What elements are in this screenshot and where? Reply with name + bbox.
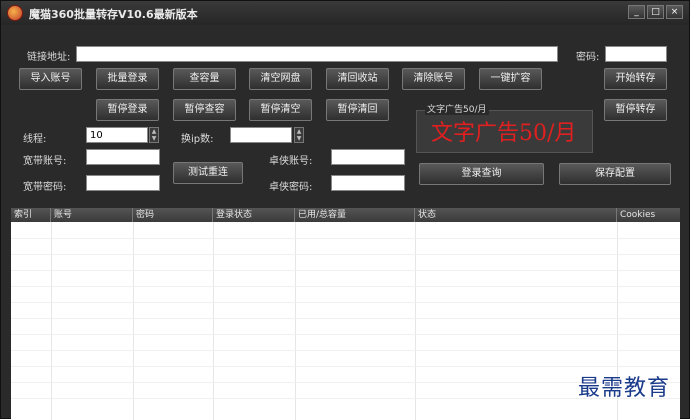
one-click-expand-button[interactable]: 一键扩容 [479, 68, 542, 90]
zhuoyi-account-input[interactable] [331, 149, 405, 165]
row-divider [11, 334, 680, 335]
check-capacity-button[interactable]: 查容量 [173, 68, 236, 90]
column-header-password[interactable]: 密码 [133, 208, 213, 222]
threads-label: 线程: [23, 134, 47, 145]
column-header-capacity[interactable]: 已用/总容量 [295, 208, 415, 222]
pause-recycle-button[interactable]: 暂停清回 [326, 99, 389, 121]
password-label: 密码: [576, 52, 600, 63]
column-divider [295, 222, 296, 420]
link-label: 链接地址: [27, 52, 71, 63]
ad-group-title: 文字广告50/月 [425, 102, 489, 115]
column-header-index[interactable]: 索引 [11, 208, 51, 222]
broadband-password-label: 宽带密码: [23, 182, 67, 193]
save-config-button[interactable]: 保存配置 [559, 163, 671, 185]
window-controls: _ □ × [628, 5, 683, 19]
broadband-password-input[interactable] [86, 175, 160, 191]
broadband-account-label: 宽带账号: [23, 156, 67, 167]
pause-check-button[interactable]: 暂停查容 [173, 99, 236, 121]
start-transfer-button[interactable]: 开始转存 [604, 68, 667, 90]
column-divider [213, 222, 214, 420]
ip-count-label: 换ip数: [181, 134, 214, 145]
row-divider [11, 238, 680, 239]
column-divider [51, 222, 52, 420]
threads-spinner-icon[interactable]: ▲ ▼ [149, 127, 159, 143]
clear-accounts-button[interactable]: 清除账号 [402, 68, 465, 90]
title-bar[interactable]: 魔猫360批量转存V10.6最新版本 _ □ × [1, 1, 689, 25]
test-redial-button[interactable]: 测试重连 [173, 162, 243, 184]
row-divider [11, 302, 680, 303]
maximize-icon[interactable]: □ [647, 5, 664, 19]
column-divider [133, 222, 134, 420]
column-divider [415, 222, 416, 420]
pause-login-button[interactable]: 暂停登录 [96, 99, 159, 121]
column-header-account[interactable]: 账号 [51, 208, 133, 222]
column-header-status[interactable]: 状态 [415, 208, 617, 222]
ip-count-input[interactable] [230, 127, 292, 143]
minimize-icon[interactable]: _ [628, 5, 645, 19]
zhuoyi-password-label: 卓侠密码: [269, 182, 313, 193]
column-header-login-status[interactable]: 登录状态 [213, 208, 295, 222]
ip-count-spinner-icon[interactable]: ▲ ▼ [294, 127, 304, 143]
row-divider [11, 318, 680, 319]
clear-recycle-button[interactable]: 清回收站 [326, 68, 389, 90]
import-accounts-button[interactable]: 导入账号 [19, 68, 82, 90]
column-header-cookies[interactable]: Cookies [617, 208, 680, 222]
ad-banner-text[interactable]: 文字广告50/月 [431, 115, 576, 147]
broadband-account-input[interactable] [86, 149, 160, 165]
pause-transfer-button[interactable]: 暂停转存 [604, 99, 667, 121]
table-header: 索引 账号 密码 登录状态 已用/总容量 状态 Cookies [11, 208, 680, 222]
zhuoyi-password-input[interactable] [331, 175, 405, 191]
batch-login-button[interactable]: 批量登录 [96, 68, 159, 90]
watermark-text: 最需教育 [578, 376, 671, 401]
password-input[interactable] [605, 46, 667, 62]
close-icon[interactable]: × [666, 5, 683, 19]
row-divider [11, 350, 680, 351]
clear-disk-button[interactable]: 清空网盘 [249, 68, 312, 90]
threads-input[interactable] [86, 127, 148, 143]
pause-clear-button[interactable]: 暂停清空 [249, 99, 312, 121]
window-title: 魔猫360批量转存V10.6最新版本 [29, 8, 198, 21]
main-window: 魔猫360批量转存V10.6最新版本 _ □ × 链接地址: 密码: 导入账号 … [0, 0, 690, 420]
app-logo-icon [7, 5, 23, 21]
row-divider [11, 366, 680, 367]
row-divider [11, 254, 680, 255]
link-input[interactable] [76, 46, 558, 62]
login-query-button[interactable]: 登录查询 [419, 163, 544, 185]
zhuoyi-account-label: 卓侠账号: [269, 156, 313, 167]
row-divider [11, 270, 680, 271]
row-divider [11, 286, 680, 287]
